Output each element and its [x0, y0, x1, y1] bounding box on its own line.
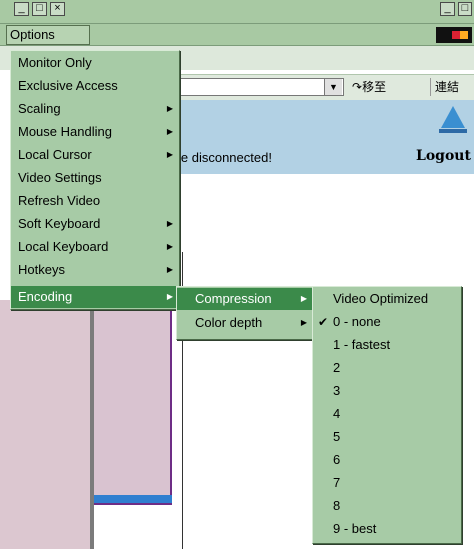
menu-item-video-optimized[interactable]: Video Optimized: [313, 288, 461, 310]
goto-button[interactable]: ↷移至: [352, 78, 386, 96]
menu-item-label: 4: [333, 406, 341, 421]
compression-submenu: Video Optimized ✔ 0 - none 1 - fastest 2 …: [312, 286, 462, 544]
menu-item-label: Hotkeys: [18, 262, 65, 277]
logo-base: [439, 129, 467, 133]
maximize-button[interactable]: □: [32, 2, 47, 16]
inner-maximize-button[interactable]: □: [458, 2, 472, 16]
status-message: le disconnected!: [178, 150, 272, 165]
inner-minimize-button[interactable]: _: [440, 2, 455, 16]
menu-item-label: 7: [333, 475, 341, 490]
goto-label: 移至: [362, 80, 387, 94]
menu-item-label: Refresh Video: [18, 193, 101, 208]
menu-item-compression-8[interactable]: 8: [313, 495, 461, 517]
logout-link[interactable]: Logout: [416, 148, 471, 164]
menu-item-label: Compression: [195, 291, 272, 306]
options-dropdown-menu: Monitor Only Exclusive Access Scaling ▶ M…: [10, 50, 180, 310]
submenu-arrow-icon: ▶: [166, 265, 173, 274]
menu-item-local-cursor[interactable]: Local Cursor ▶: [11, 144, 179, 166]
submenu-arrow-icon: ▶: [300, 294, 307, 303]
menu-item-label: 0 - none: [333, 314, 381, 329]
menu-item-refresh-video[interactable]: Refresh Video: [11, 190, 179, 212]
menu-item-local-keyboard[interactable]: Local Keyboard ▶: [11, 236, 179, 258]
submenu-arrow-icon: ▶: [166, 242, 173, 251]
menu-item-label: Local Keyboard: [18, 239, 109, 254]
encoding-submenu: Compression ▶ Color depth ▶: [176, 286, 314, 340]
left-panel: [0, 300, 92, 549]
menu-item-compression-9[interactable]: 9 - best: [313, 518, 461, 540]
menu-item-label: Local Cursor: [18, 147, 92, 162]
menu-item-label: 1 - fastest: [333, 337, 391, 352]
submenu-arrow-icon: ▶: [166, 127, 173, 136]
submenu-arrow-icon: ▶: [166, 104, 173, 113]
menu-item-compression-6[interactable]: 6: [313, 449, 461, 471]
menu-item-video-settings[interactable]: Video Settings: [11, 167, 179, 189]
menu-item-label: Color depth: [195, 315, 263, 330]
address-input[interactable]: [176, 78, 344, 96]
close-button[interactable]: ×: [50, 2, 65, 16]
menu-item-label: Video Optimized: [333, 291, 429, 306]
menu-item-compression[interactable]: Compression ▶: [177, 288, 313, 310]
menu-item-encoding[interactable]: Encoding ▶: [11, 286, 179, 308]
menu-item-label: Video Settings: [18, 170, 102, 185]
menu-item-label: Encoding: [18, 289, 73, 304]
remote-window-titlebar: [0, 0, 474, 24]
menu-item-compression-7[interactable]: 7: [313, 472, 461, 494]
menu-item-label: 3: [333, 383, 341, 398]
submenu-arrow-icon: ▶: [166, 219, 173, 228]
minimize-button[interactable]: _: [14, 2, 29, 16]
menu-item-mouse-handling[interactable]: Mouse Handling ▶: [11, 121, 179, 143]
menu-item-color-depth[interactable]: Color depth ▶: [177, 312, 313, 334]
menu-item-label: Mouse Handling: [18, 124, 112, 139]
menu-item-compression-0[interactable]: ✔ 0 - none: [313, 311, 461, 333]
address-dropdown-icon[interactable]: ▼: [324, 79, 342, 95]
menu-item-label: Soft Keyboard: [18, 216, 101, 231]
menu-item-monitor-only[interactable]: Monitor Only: [11, 52, 179, 74]
menu-item-compression-2[interactable]: 2: [313, 357, 461, 379]
menu-item-label: 9 - best: [333, 521, 377, 536]
menu-item-compression-4[interactable]: 4: [313, 403, 461, 425]
goto-arrow-icon: ↷: [352, 80, 363, 94]
inner-panel: [94, 300, 172, 505]
menu-item-label: Exclusive Access: [18, 78, 118, 93]
menu-item-compression-1[interactable]: 1 - fastest: [313, 334, 461, 356]
links-button[interactable]: 連結: [430, 78, 459, 96]
menu-item-label: 8: [333, 498, 341, 513]
options-menu-button[interactable]: Options: [6, 25, 90, 45]
menu-item-scaling[interactable]: Scaling ▶: [11, 98, 179, 120]
windows-logo-icon: [436, 27, 472, 43]
logo-triangle-icon: [441, 106, 465, 128]
checkmark-icon: ✔: [318, 315, 329, 329]
menu-item-exclusive-access[interactable]: Exclusive Access: [11, 75, 179, 97]
menu-item-label: 5: [333, 429, 341, 444]
menu-item-hotkeys[interactable]: Hotkeys ▶: [11, 259, 179, 281]
submenu-arrow-icon: ▶: [300, 318, 307, 327]
menu-item-label: 6: [333, 452, 341, 467]
menu-item-label: Monitor Only: [18, 55, 92, 70]
menu-item-compression-5[interactable]: 5: [313, 426, 461, 448]
menu-item-soft-keyboard[interactable]: Soft Keyboard ▶: [11, 213, 179, 235]
submenu-arrow-icon: ▶: [166, 150, 173, 159]
menu-item-label: Scaling: [18, 101, 61, 116]
taskbar-strip: [94, 495, 172, 503]
menu-item-compression-3[interactable]: 3: [313, 380, 461, 402]
menu-item-label: 2: [333, 360, 341, 375]
submenu-arrow-icon: ▶: [166, 292, 173, 301]
